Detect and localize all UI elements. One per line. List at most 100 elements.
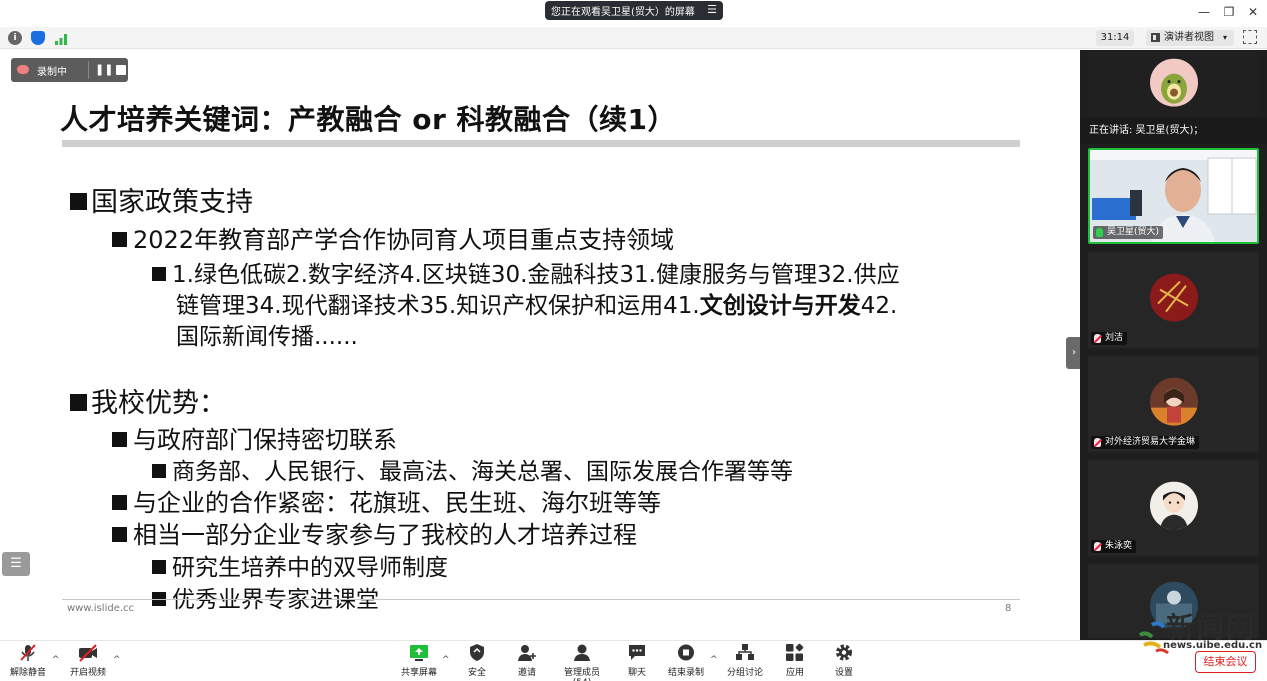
recording-options-caret[interactable]: ^ <box>710 655 718 665</box>
participant-name: 对外经济贸易大学金琳 <box>1091 436 1200 449</box>
share-banner-text: 您正在观看吴卫星(贸大）的屏幕 <box>551 7 695 18</box>
watermark-url: news.uibe.edu.cn <box>1163 640 1263 651</box>
pause-recording-button[interactable]: ❚❚ <box>95 63 113 76</box>
mic-muted-icon <box>18 643 38 662</box>
video-options-caret[interactable]: ^ <box>113 655 121 665</box>
bullet-square <box>70 193 87 210</box>
stop-recording-button[interactable] <box>116 65 126 75</box>
bullet-square <box>152 560 166 574</box>
areas-line2-b: 42. <box>860 293 898 319</box>
start-video-label: 开启视频 <box>69 668 106 678</box>
slide-title: 人才培养关键词：产教融合 or 科教融合（续1） <box>60 103 677 136</box>
participant-tile[interactable]: 朱泳奕 <box>1088 460 1259 556</box>
settings-label: 设置 <box>834 668 853 678</box>
minimize-button[interactable]: — <box>1197 5 1211 19</box>
footer-divider <box>62 599 1020 600</box>
mic-on-icon <box>1096 228 1103 237</box>
close-button[interactable]: ✕ <box>1246 5 1260 19</box>
security-label: 安全 <box>467 668 486 678</box>
bullet-policy: 国家政策支持 <box>70 180 253 219</box>
bullet-square <box>112 232 127 247</box>
bullet-experts: 相当一部分企业专家参与了我校的人才培养过程 <box>112 515 637 550</box>
mic-muted-icon <box>1094 334 1101 343</box>
security-button[interactable]: 安全 <box>460 643 494 678</box>
areas-line2-highlight: 文创设计与开发 <box>699 293 861 319</box>
info-icon[interactable]: i <box>8 31 22 45</box>
participants-button[interactable]: 管理成员(54) <box>555 643 609 681</box>
apps-label: 应用 <box>785 668 804 678</box>
breakout-button[interactable]: 分组讨论 <box>725 643 765 678</box>
video-off-icon <box>78 643 98 662</box>
bullet-advantage: 我校优势： <box>70 381 226 420</box>
list-icon[interactable]: ☰ <box>2 552 30 576</box>
breakout-rooms-icon <box>735 643 755 662</box>
participant-tile[interactable]: 吴卫星(贸大) <box>1088 148 1259 244</box>
signal-icon[interactable] <box>54 31 68 45</box>
bullet-areas-line3: 国际新闻传播...... <box>176 324 358 350</box>
bullet-areas: 1.绿色低碳2.数字经济4.区块链30.金融科技31.健康服务与管理32.供应 <box>152 255 900 289</box>
participant-name: 刘洁 <box>1091 332 1128 345</box>
footer-url: www.islide.cc <box>67 603 135 614</box>
page-number: 8 <box>1005 603 1012 614</box>
end-meeting-button[interactable]: 结束会议 <box>1195 651 1256 673</box>
speaker-view-button[interactable]: 演讲者视图 ▾ <box>1146 30 1234 46</box>
gear-icon <box>834 643 854 662</box>
participant-avatar <box>1149 273 1198 322</box>
share-options-caret[interactable]: ^ <box>442 655 450 665</box>
mic-muted-icon <box>1094 542 1101 551</box>
participants-label: 管理成员(54) <box>563 668 600 681</box>
menu-icon[interactable]: ☰ <box>707 3 717 16</box>
apps-button[interactable]: 应用 <box>781 643 809 678</box>
areas-line2-a: 链管理34.现代翻译技术35.知识产权保护和运用41. <box>176 293 700 319</box>
share-screen-label: 共享屏幕 <box>400 668 437 678</box>
audio-options-caret[interactable]: ^ <box>52 655 60 665</box>
participant-tile[interactable]: 刘洁 <box>1088 252 1259 348</box>
settings-button[interactable]: 设置 <box>830 643 858 678</box>
bullet-dual: 研究生培养中的双导师制度 <box>152 548 448 582</box>
bullet-dual-text: 研究生培养中的双导师制度 <box>172 555 448 581</box>
add-user-icon <box>517 643 537 662</box>
meeting-timer: 31:14 <box>1096 30 1134 46</box>
title-divider <box>62 140 1020 147</box>
mic-muted-icon <box>1094 438 1101 447</box>
bullet-gov: 与政府部门保持密切联系 <box>112 420 397 455</box>
bullet-gov-list-text: 商务部、人民银行、最高法、海关总署、国际发展合作署等等 <box>172 459 793 485</box>
restore-button[interactable]: ❐ <box>1222 5 1236 19</box>
start-video-button[interactable]: 开启视频 <box>68 643 108 678</box>
fullscreen-icon[interactable] <box>1243 30 1257 44</box>
shield-icon <box>467 643 487 662</box>
bullet-areas-line1: 1.绿色低碳2.数字经济4.区块链30.金融科技31.健康服务与管理32.供应 <box>172 262 900 288</box>
chat-button[interactable]: 聊天 <box>621 643 653 678</box>
unmute-button[interactable]: 解除静音 <box>8 643 48 678</box>
bullet-class-text: 优秀业界专家进课堂 <box>172 587 379 613</box>
bullet-project-text: 2022年教育部产学合作协同育人项目重点支持领域 <box>133 226 675 254</box>
participant-tile[interactable]: 对外经济贸易大学金琳 <box>1088 356 1259 452</box>
participant-name: 朱泳奕 <box>1091 540 1137 553</box>
invite-button[interactable]: 邀请 <box>510 643 544 678</box>
chat-label: 聊天 <box>627 668 646 678</box>
view-label: 演讲者视图 <box>1164 32 1214 43</box>
invite-label: 邀请 <box>517 668 536 678</box>
participant-name: 吴卫星(贸大) <box>1093 226 1164 239</box>
share-screen-button[interactable]: 共享屏幕 <box>399 643 439 678</box>
shield-icon[interactable] <box>31 31 45 45</box>
bullet-square <box>112 432 127 447</box>
top-avatar-tile[interactable] <box>1088 52 1259 116</box>
bullet-square <box>152 267 166 281</box>
share-banner[interactable]: 您正在观看吴卫星(贸大）的屏幕 ☰ <box>545 1 723 20</box>
unmute-label: 解除静音 <box>9 668 46 678</box>
avocado-avatar <box>1149 58 1198 107</box>
bullet-areas-line2: 链管理34.现代翻译技术35.知识产权保护和运用41.文创设计与开发42. <box>176 286 897 320</box>
chat-icon <box>627 643 647 662</box>
end-recording-button[interactable]: 结束录制 <box>667 643 705 678</box>
bullet-square <box>112 527 127 542</box>
recording-indicator: 录制中 ❚❚ <box>11 58 128 82</box>
participant-avatar <box>1149 377 1198 426</box>
title-bar: 您正在观看吴卫星(贸大）的屏幕 ☰ — ❐ ✕ <box>0 0 1267 27</box>
bullet-policy-text: 国家政策支持 <box>91 187 253 218</box>
shared-slide: 录制中 ❚❚ 人才培养关键词：产教融合 or 科教融合（续1） 国家政策支持 2… <box>0 50 1080 640</box>
apps-icon <box>785 643 805 662</box>
chevron-down-icon: ▾ <box>1222 33 1227 42</box>
breakout-label: 分组讨论 <box>726 668 763 678</box>
meeting-toolbar: i 31:14 演讲者视图 ▾ <box>0 27 1267 49</box>
